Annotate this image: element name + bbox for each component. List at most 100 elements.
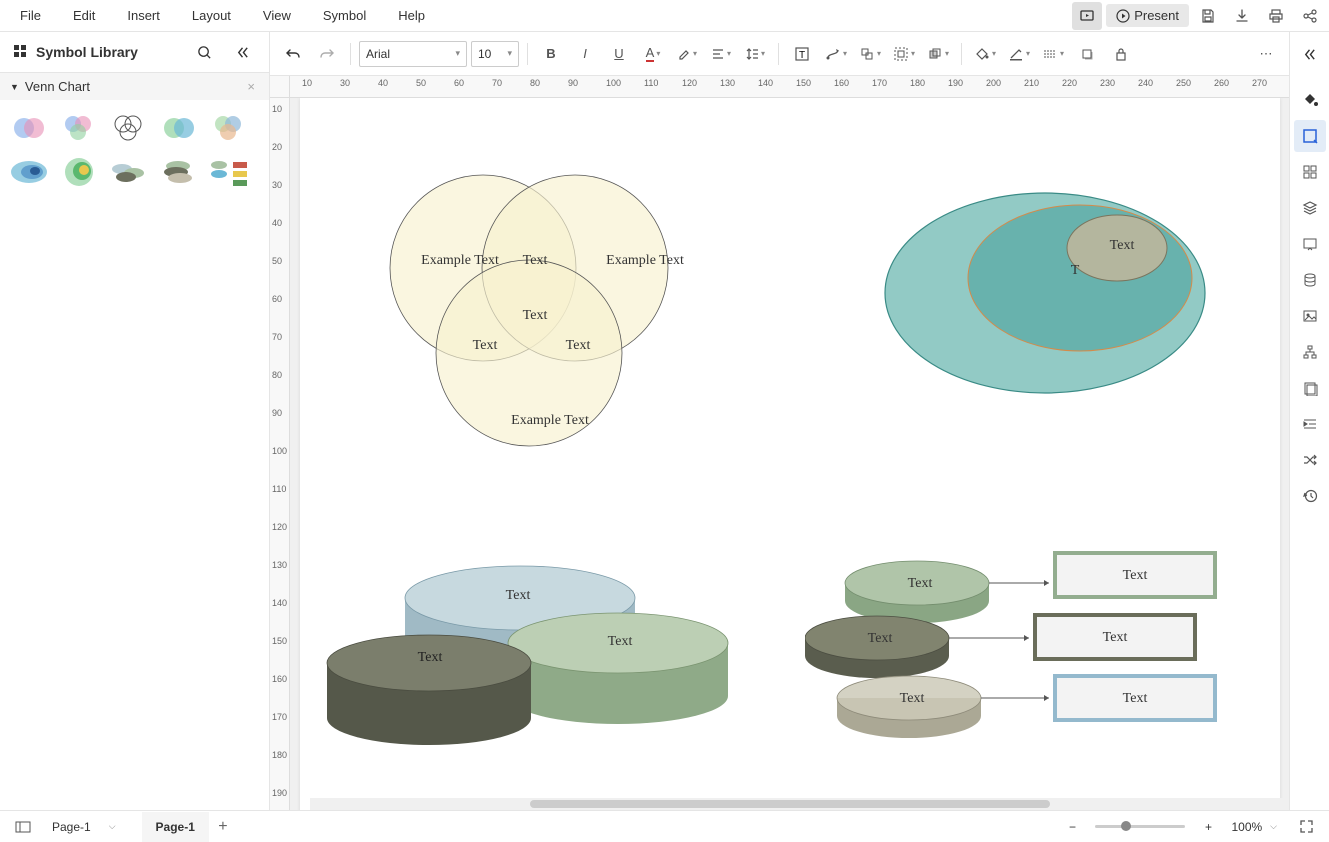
venn-symbol-nested-ellipse[interactable] [6,152,52,192]
shadow-icon[interactable] [1072,40,1102,68]
shape-panel-icon[interactable] [1294,120,1326,152]
venn-symbol-3circle-outline[interactable] [106,108,152,148]
nested-ellipses[interactable] [875,178,1215,408]
layers-panel-icon[interactable] [1294,192,1326,224]
venn-symbol-2circle-green[interactable] [156,108,202,148]
formatting-toolbar: Arial▾ 10▾ B I U A▾ ▾ ▾ ▾ T ▾ ▾ ▾ ▾ ▾ ▾ … [270,32,1289,76]
box1-label[interactable]: Text [1105,568,1165,584]
print-icon[interactable] [1261,2,1291,30]
status-bar: Page-1 ⌵ Page-1 + − + 100% ⌵ [0,810,1329,842]
tree-panel-icon[interactable] [1294,336,1326,368]
venn-symbol-stacked-discs[interactable] [156,152,202,192]
fill-icon[interactable]: ▾ [970,40,1000,68]
menu-view[interactable]: View [247,2,307,29]
horizontal-scrollbar[interactable] [310,798,1289,810]
nested-label-inner[interactable]: Text [1092,238,1152,254]
section-label: Venn Chart [25,79,90,94]
linked-discs[interactable] [805,538,1245,778]
group-icon[interactable]: ▾ [889,40,919,68]
box2-label[interactable]: Text [1085,630,1145,646]
menu-edit[interactable]: Edit [57,2,111,29]
font-size-select[interactable]: 10▾ [471,41,519,67]
menu-file[interactable]: File [4,2,57,29]
underline-icon[interactable]: U [604,40,634,68]
connector-icon[interactable]: ▾ [821,40,851,68]
italic-icon[interactable]: I [570,40,600,68]
zoom-slider[interactable] [1095,825,1185,828]
cyl-green-label[interactable]: Text [590,634,650,650]
more-icon[interactable]: ⋯ [1251,40,1281,68]
page-select[interactable]: Page-1 ⌵ [46,820,122,834]
venn-label-a[interactable]: Example Text [395,253,525,269]
redo-icon[interactable] [312,40,342,68]
cyl-gray-label[interactable]: Text [400,650,460,666]
search-icon[interactable] [189,38,219,66]
page-tab-1[interactable]: Page-1 [142,812,209,842]
presentation-mode-icon[interactable] [1072,2,1102,30]
close-icon[interactable]: × [243,79,259,94]
shuffle-panel-icon[interactable] [1294,444,1326,476]
menu-help[interactable]: Help [382,2,441,29]
venn-symbol-linked-boxes[interactable] [206,152,252,192]
venn-chart-section-header[interactable]: ▼ Venn Chart × [0,73,269,100]
image-panel-icon[interactable] [1294,300,1326,332]
zoom-out-icon[interactable]: − [1057,813,1087,841]
align-icon[interactable]: ▾ [706,40,736,68]
zoom-in-icon[interactable]: + [1193,813,1223,841]
highlight-icon[interactable]: ▾ [672,40,702,68]
line-style-icon[interactable]: ▾ [1038,40,1068,68]
nested-label-mid[interactable]: T [1055,263,1095,279]
venn-symbol-3circle-pastel[interactable] [206,108,252,148]
presentation-panel-icon[interactable] [1294,228,1326,260]
vertical-ruler: 1020304050607080901001101201301401501601… [270,98,290,810]
add-page-button[interactable]: + [209,818,237,836]
text-frame-icon[interactable]: T [787,40,817,68]
grid-panel-icon[interactable] [1294,156,1326,188]
svg-text:T: T [799,50,805,61]
page-surface[interactable]: Example Text Example Text Example Text T… [300,98,1280,810]
save-icon[interactable] [1193,2,1223,30]
box3-label[interactable]: Text [1105,691,1165,707]
venn-label-ab[interactable]: Text [510,253,560,269]
venn-label-b[interactable]: Example Text [580,253,710,269]
indent-panel-icon[interactable] [1294,408,1326,440]
line-spacing-icon[interactable]: ▾ [740,40,770,68]
venn-label-ac[interactable]: Text [460,338,510,354]
font-color-icon[interactable]: A▾ [638,40,668,68]
cylinder-group[interactable] [320,528,750,748]
venn-symbol-3circle-color[interactable] [56,108,102,148]
lock-icon[interactable] [1106,40,1136,68]
menu-bar: File Edit Insert Layout View Symbol Help… [0,0,1329,32]
disc3-label[interactable]: Text [887,691,937,707]
venn-symbol-cylinders[interactable] [106,152,152,192]
undo-icon[interactable] [278,40,308,68]
menu-symbol[interactable]: Symbol [307,2,382,29]
venn-label-c[interactable]: Example Text [485,413,615,429]
disc2-label[interactable]: Text [855,631,905,647]
venn-label-abc[interactable]: Text [510,308,560,324]
cyl-blue-label[interactable]: Text [488,588,548,604]
bold-icon[interactable]: B [536,40,566,68]
align-objects-icon[interactable]: ▾ [855,40,885,68]
outline-view-icon[interactable] [8,813,38,841]
fullscreen-icon[interactable] [1291,813,1321,841]
present-button[interactable]: Present [1106,4,1189,27]
share-icon[interactable] [1295,2,1325,30]
clipboard-panel-icon[interactable] [1294,372,1326,404]
line-color-icon[interactable]: ▾ [1004,40,1034,68]
venn-symbol-nested-circle[interactable] [56,152,102,192]
download-icon[interactable] [1227,2,1257,30]
data-panel-icon[interactable] [1294,264,1326,296]
canvas-area[interactable]: Example Text Example Text Example Text T… [290,98,1289,810]
disc1-label[interactable]: Text [895,576,945,592]
menu-layout[interactable]: Layout [176,2,247,29]
fill-panel-icon[interactable] [1294,84,1326,116]
venn-label-bc[interactable]: Text [553,338,603,354]
expand-panel-icon[interactable] [1294,38,1326,70]
menu-insert[interactable]: Insert [111,2,176,29]
history-panel-icon[interactable] [1294,480,1326,512]
collapse-sidebar-icon[interactable] [227,38,257,66]
venn-symbol-2circle[interactable] [6,108,52,148]
arrange-icon[interactable]: ▾ [923,40,953,68]
font-select[interactable]: Arial▾ [359,41,467,67]
